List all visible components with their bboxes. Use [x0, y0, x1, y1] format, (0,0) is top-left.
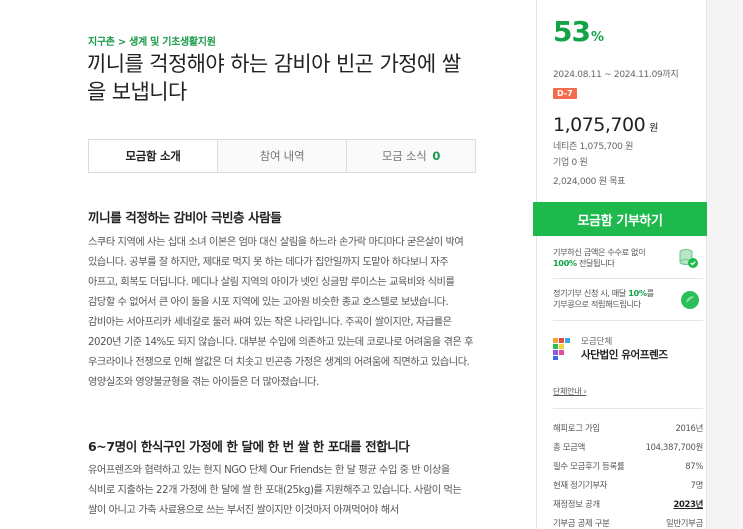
stat-label: 필수 모금후기 등록률	[553, 460, 625, 471]
tab-news[interactable]: 모금 소식 0	[346, 140, 475, 172]
donate-button[interactable]: 모금함 기부하기	[533, 202, 707, 236]
stat-label: 기부금 공제 구분	[553, 517, 610, 528]
corporate-amount: 기업 0 원	[553, 158, 588, 168]
stat-row: 필수 모금후기 등록률 87%	[553, 456, 703, 475]
regular-notice-suffix: 를	[646, 288, 655, 298]
amount-unit: 원	[649, 123, 658, 134]
campaign-period: 2024.08.11 ~ 2024.11.09까지	[553, 70, 679, 80]
regular-highlight: 10%	[628, 288, 647, 298]
tab-news-label: 모금 소식	[381, 149, 427, 163]
bean-icon	[681, 291, 699, 309]
stat-row: 현재 정기기부자 7명	[553, 475, 703, 494]
tab-intro[interactable]: 모금함 소개	[89, 140, 217, 172]
stat-value: 일반기부금	[665, 517, 703, 528]
org-stats: 해피로그 가입 2016년 총 모금액 104,387,700원 필수 모금후기 등…	[553, 418, 703, 529]
funded-percent: 53%	[553, 15, 604, 48]
org-name[interactable]: 사단법인 유어프렌즈	[581, 347, 668, 362]
org-info-link[interactable]: 단체안내 ›	[553, 386, 587, 397]
goal-amount: 2,024,000 원 목표	[553, 177, 626, 187]
content-tabs: 모금함 소개 참여 내역 모금 소식 0	[88, 139, 476, 173]
percent-unit: %	[590, 30, 604, 45]
netizen-amount: 네티즌 1,075,700 원	[553, 142, 634, 152]
divider	[553, 408, 703, 409]
section-body: 스쿠타 지역에 사는 십대 소녀 이본은 엄마 대신 살림을 하느라 손가락 마…	[88, 237, 474, 388]
page: 지구촌 > 생계 및 기초생활지원 끼니를 걱정해야 하는 감비아 빈곤 가정에…	[0, 0, 743, 529]
stat-label: 총 모금액	[553, 441, 585, 452]
section-body: 유어프렌즈와 협력하고 있는 현지 NGO 단체 Our Friends는 한 …	[88, 465, 462, 516]
stat-row: 재정정보 공개 2023년	[553, 494, 703, 513]
stat-row: 기부금 공제 구분 일반기부금	[553, 513, 703, 529]
tab-participation[interactable]: 참여 내역	[217, 140, 346, 172]
regular-notice-line: 정기기부 신청 시, 매달	[553, 288, 627, 298]
section-heading: 6~7명이 한식구인 가정에 한 달에 한 번 쌀 한 포대를 전합니다	[88, 439, 410, 454]
regular-donation-notice: 정기기부 신청 시, 매달 10%를 기부콩으로 적립해드립니다	[553, 288, 703, 310]
percent-value: 53	[553, 15, 591, 48]
stat-value: 104,387,700원	[645, 441, 704, 452]
fee-notice: 기부하신 금액은 수수료 없이 100% 전달됩니다	[553, 247, 703, 269]
stat-label: 재정정보 공개	[553, 498, 600, 509]
stat-label: 현재 정기기부자	[553, 479, 608, 490]
org-label: 모금단체	[581, 337, 613, 347]
stat-value: 87%	[685, 460, 703, 471]
stat-value: 2016년	[675, 422, 703, 433]
page-title: 끼니를 걱정해야 하는 감비아 빈곤 가정에 쌀을 보냅니다	[87, 52, 461, 104]
stat-label: 해피로그 가입	[553, 422, 600, 433]
divider	[553, 320, 703, 321]
dday-badge: D-7	[553, 88, 577, 99]
donation-sidebar: 53% 2024.08.11 ~ 2024.11.09까지 D-7 1,075,…	[533, 0, 707, 529]
main-content: 지구촌 > 생계 및 기초생활지원 끼니를 걱정해야 하는 감비아 빈곤 가정에…	[0, 0, 537, 529]
raised-amount: 1,075,700 원	[553, 114, 658, 136]
tab-news-count: 0	[432, 149, 441, 163]
page-gutter	[707, 0, 743, 529]
coins-icon	[679, 249, 698, 268]
stat-value: 7명	[690, 479, 704, 490]
org-logo-icon	[553, 338, 570, 360]
category-breadcrumb[interactable]: 지구촌 > 생계 및 기초생활지원	[88, 33, 216, 48]
financial-report-link[interactable]: 2023년	[673, 498, 703, 510]
section-heading: 끼니를 걱정하는 감비아 극빈층 사람들	[88, 210, 282, 225]
tab-participation-label: 참여 내역	[259, 149, 305, 163]
fee-notice-line: 전달됩니다	[578, 258, 615, 268]
tab-intro-label: 모금함 소개	[125, 148, 181, 163]
stat-row: 해피로그 가입 2016년	[553, 418, 703, 437]
amount-value: 1,075,700	[553, 114, 646, 136]
fee-highlight: 100%	[553, 258, 577, 268]
stat-row: 총 모금액 104,387,700원	[553, 437, 703, 456]
divider	[553, 278, 703, 279]
